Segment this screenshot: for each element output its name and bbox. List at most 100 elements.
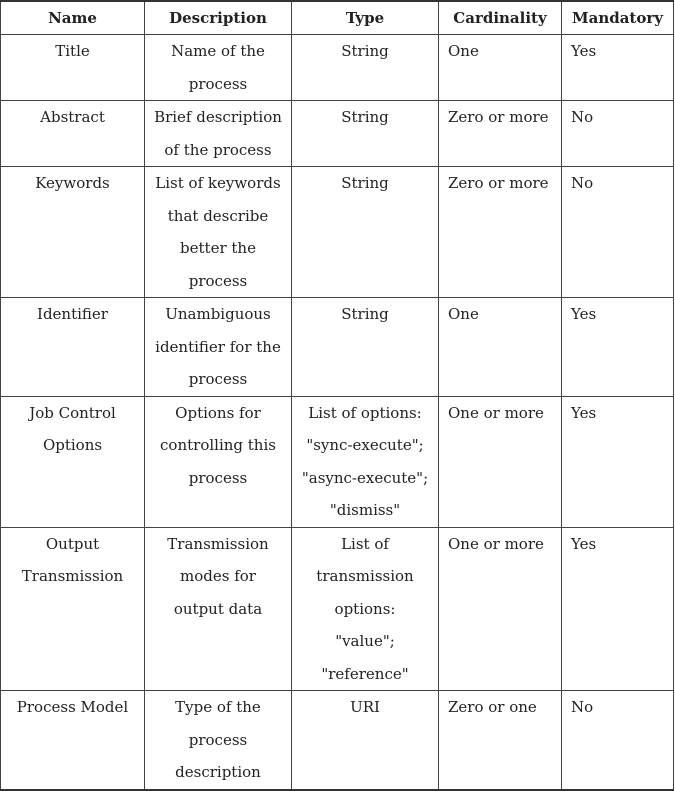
cell-description-line: better the bbox=[180, 239, 256, 257]
cell-type-line: transmission bbox=[316, 567, 414, 585]
cell-name-line: Output bbox=[45, 534, 100, 553]
cell-mandatory-text: No bbox=[571, 174, 594, 192]
table-row: Identifier Unambiguous identifier for the p… bbox=[0, 297, 674, 397]
cell-name-line: Abstract bbox=[40, 108, 105, 126]
cell-type: String bbox=[291, 34, 439, 101]
cell-mandatory: No bbox=[561, 166, 674, 298]
cell-cardinality-text: Zero or more bbox=[448, 174, 549, 192]
cell-description-line: description bbox=[175, 763, 261, 781]
cell-cardinality: One bbox=[438, 297, 562, 397]
header-row: Name Description Type Cardinality Mandat… bbox=[0, 0, 674, 35]
cell-cardinality-text: One or more bbox=[448, 403, 544, 422]
cell-type-line: List of options: bbox=[308, 403, 422, 422]
cell-type-line: "sync-execute"; bbox=[306, 436, 424, 454]
cell-mandatory-text: No bbox=[571, 698, 594, 716]
cell-mandatory-text: Yes bbox=[571, 305, 597, 323]
table-row: Output Transmission Transmission modes for o… bbox=[0, 526, 674, 691]
cell-name: Abstract bbox=[0, 100, 145, 167]
cell-type-line: "reference" bbox=[321, 664, 409, 683]
cell-description: Transmission modes for output data bbox=[144, 526, 292, 691]
cell-description-line: process bbox=[188, 370, 248, 388]
cell-cardinality-text: One bbox=[448, 305, 479, 323]
cell-description-line: Transmission bbox=[167, 534, 269, 553]
cell-description: Unambiguous identifier for the process bbox=[144, 297, 292, 397]
cell-cardinality: One bbox=[438, 34, 562, 101]
cell-name: Title bbox=[0, 34, 145, 101]
cell-mandatory: Yes bbox=[561, 395, 674, 528]
cell-type-line: "async-execute"; bbox=[301, 468, 429, 487]
cell-description-line: that describe bbox=[167, 206, 269, 225]
process-properties-table: Name Description Type Cardinality Mandat… bbox=[0, 0, 674, 791]
cell-cardinality-text: One or more bbox=[448, 534, 544, 553]
cell-description-line: Unambiguous bbox=[165, 305, 271, 323]
cell-description-line: Options for bbox=[175, 403, 261, 422]
cell-mandatory: Yes bbox=[561, 526, 674, 691]
cell-type: String bbox=[291, 166, 439, 298]
cell-type: List of transmission options: "value"; "refe… bbox=[291, 526, 439, 691]
header-cardinality: Cardinality bbox=[438, 0, 562, 35]
cell-type: List of options: "sync-execute"; "async-ex… bbox=[291, 395, 439, 528]
cell-description-line: of the process bbox=[164, 140, 272, 159]
cell-name-line: Identifier bbox=[37, 305, 108, 323]
cell-cardinality: Zero or one bbox=[438, 690, 562, 790]
cell-name-line: Title bbox=[55, 42, 90, 60]
table-row: Keywords List of keywords that describe bet… bbox=[0, 166, 674, 298]
cell-mandatory: Yes bbox=[561, 34, 674, 101]
cell-description: List of keywords that describe better the p… bbox=[144, 166, 292, 298]
cell-name-line: Keywords bbox=[35, 174, 110, 192]
cell-type-line: String bbox=[341, 42, 389, 60]
cell-cardinality-text: Zero or one bbox=[448, 698, 537, 716]
cell-description-line: Brief description bbox=[154, 108, 282, 126]
cell-description: Name of the process bbox=[144, 34, 292, 101]
cell-type-line: URI bbox=[350, 698, 380, 716]
cell-description: Type of the process description bbox=[144, 690, 292, 790]
cell-name: Output Transmission bbox=[0, 526, 145, 691]
cell-mandatory-text: No bbox=[571, 108, 594, 126]
cell-mandatory-text: Yes bbox=[571, 42, 597, 60]
cell-cardinality-text: Zero or more bbox=[448, 108, 549, 126]
cell-description-line: process bbox=[188, 74, 248, 93]
cell-description-line: List of keywords bbox=[155, 174, 281, 192]
cell-description-line: process bbox=[188, 730, 248, 749]
cell-description: Options for controlling this process bbox=[144, 395, 292, 528]
cell-type: String bbox=[291, 100, 439, 167]
cell-mandatory: No bbox=[561, 690, 674, 790]
cell-description-line: process bbox=[188, 468, 248, 487]
cell-description-line: Name of the bbox=[171, 42, 265, 60]
table-row: Job Control Options Options for controlling… bbox=[0, 395, 674, 528]
cell-type-line: "value"; bbox=[335, 632, 395, 650]
table-row: Process Model Type of the process descripti… bbox=[0, 690, 674, 790]
cell-name: Job Control Options bbox=[0, 395, 145, 528]
cell-description-line: process bbox=[188, 271, 248, 290]
cell-type-line: String bbox=[341, 305, 389, 323]
header-description: Description bbox=[144, 0, 292, 35]
cell-cardinality: One or more bbox=[438, 526, 562, 691]
cell-type-line: String bbox=[341, 108, 389, 126]
cell-cardinality: One or more bbox=[438, 395, 562, 528]
cell-mandatory: Yes bbox=[561, 297, 674, 397]
cell-name: Identifier bbox=[0, 297, 145, 397]
cell-type-line: options: bbox=[334, 599, 396, 618]
cell-name-line: Process Model bbox=[16, 698, 129, 716]
cell-type: URI bbox=[291, 690, 439, 790]
cell-cardinality: Zero or more bbox=[438, 166, 562, 298]
cell-cardinality: Zero or more bbox=[438, 100, 562, 167]
cell-type-line: String bbox=[341, 174, 389, 192]
cell-name-line: Options bbox=[42, 436, 103, 454]
cell-mandatory-text: Yes bbox=[571, 534, 597, 553]
cell-cardinality-text: One bbox=[448, 42, 479, 60]
cell-name-line: Transmission bbox=[21, 567, 124, 585]
cell-type-line: List of bbox=[341, 534, 389, 553]
cell-mandatory: No bbox=[561, 100, 674, 167]
header-mandatory: Mandatory bbox=[561, 0, 674, 35]
header-type: Type bbox=[291, 0, 439, 35]
cell-mandatory-text: Yes bbox=[571, 403, 597, 422]
cell-type-line: "dismiss" bbox=[329, 501, 401, 519]
cell-type: String bbox=[291, 297, 439, 397]
cell-description: Brief description of the process bbox=[144, 100, 292, 167]
cell-name-line: Job Control bbox=[29, 403, 116, 422]
cell-description-line: identifier for the bbox=[155, 337, 281, 356]
cell-description-line: controlling this bbox=[160, 436, 276, 454]
cell-name: Process Model bbox=[0, 690, 145, 790]
header-name: Name bbox=[0, 0, 145, 35]
